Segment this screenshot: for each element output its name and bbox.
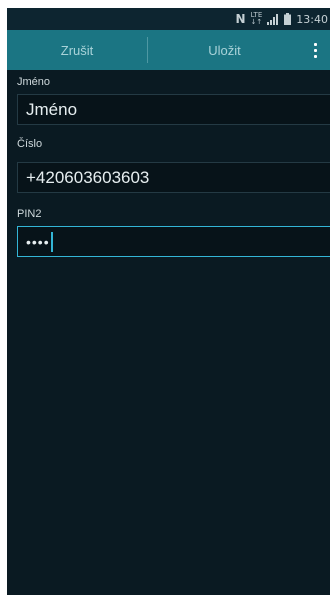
name-field-value: Jméno bbox=[26, 99, 78, 119]
number-field-value: +420603603603 bbox=[26, 167, 150, 187]
lte-arrows: ↓↑ bbox=[250, 18, 263, 26]
text-cursor bbox=[50, 231, 53, 252]
overflow-menu-icon[interactable] bbox=[301, 30, 330, 70]
action-bar: Zrušit Uložit bbox=[7, 30, 330, 70]
phone-screen: N LTE ↓↑ 13:40 Zrušit Uložit Jméno Jméno… bbox=[7, 8, 330, 595]
pin2-field-value: •••• bbox=[26, 233, 50, 250]
number-label: Číslo bbox=[17, 138, 43, 150]
save-button[interactable]: Uložit bbox=[148, 30, 301, 70]
number-field[interactable]: +420603603603 bbox=[17, 162, 330, 193]
lte-icon: LTE ↓↑ bbox=[251, 8, 263, 30]
battery-icon bbox=[284, 8, 292, 30]
name-label: Jméno bbox=[17, 76, 51, 88]
nfc-icon: N bbox=[235, 12, 246, 26]
status-bar: N LTE ↓↑ 13:40 bbox=[7, 8, 330, 30]
pin2-label: PIN2 bbox=[17, 208, 42, 220]
cancel-button[interactable]: Zrušit bbox=[7, 30, 147, 70]
pin2-field[interactable]: •••• bbox=[17, 226, 330, 257]
name-field[interactable]: Jméno bbox=[17, 94, 330, 125]
clock-time: 13:40 bbox=[296, 12, 328, 26]
signal-icon bbox=[267, 8, 279, 30]
